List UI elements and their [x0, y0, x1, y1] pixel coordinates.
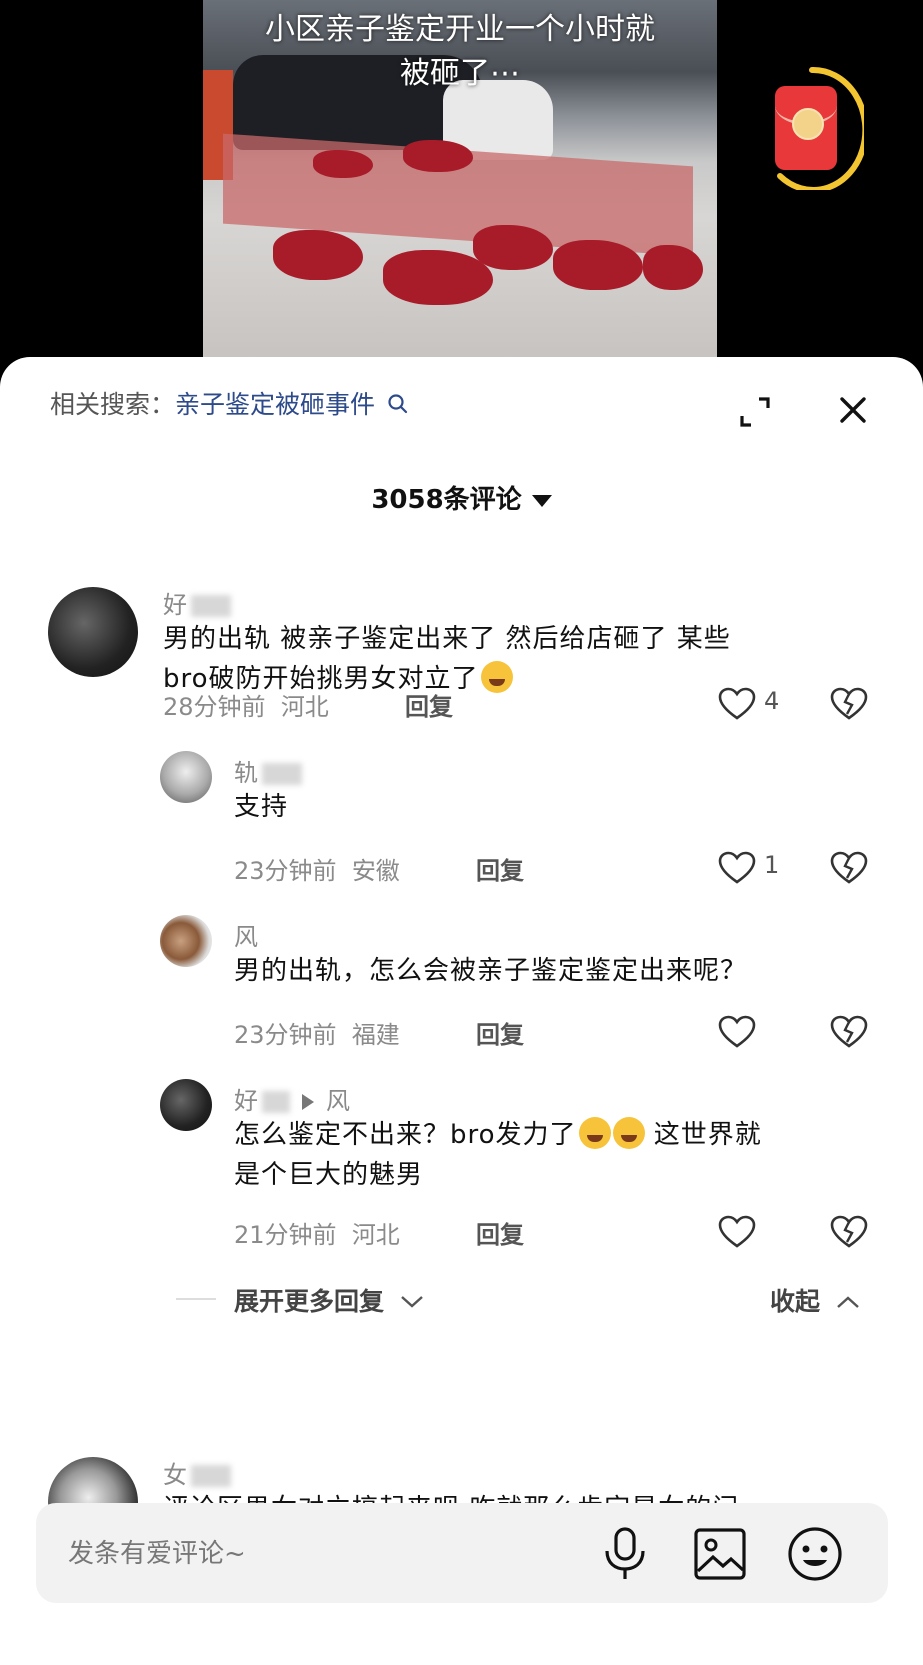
comment-count[interactable]: 3058条评论 [0, 479, 923, 516]
comment-username[interactable]: 好 [163, 585, 231, 620]
chevron-down-icon [400, 1296, 423, 1308]
username-blur [262, 763, 302, 785]
chevron-down-icon [531, 494, 552, 507]
comment-input-bar[interactable]: 发条有爱评论~ [36, 1503, 888, 1603]
video-scene-flower [403, 140, 473, 172]
reply-time: 21分钟前 [234, 1221, 337, 1249]
related-search: 相关搜索：亲子鉴定被砸事件 [50, 385, 409, 421]
heart-icon[interactable] [718, 851, 756, 885]
comment-username[interactable]: 女 [163, 1455, 231, 1490]
related-search-label: 相关搜索： [50, 390, 176, 419]
thread-divider [176, 1298, 216, 1300]
collapse-replies[interactable]: 收起 [770, 1282, 861, 1318]
emoji-smile-icon[interactable] [786, 1525, 844, 1583]
reply-text-line: 是个巨大的魅男 [234, 1160, 424, 1190]
dislike-broken-heart-icon[interactable] [830, 851, 868, 885]
reply-button[interactable]: 回复 [476, 851, 524, 886]
reply-arrow-icon [302, 1094, 314, 1110]
comment-time: 28分钟前 [163, 693, 266, 721]
reply-username[interactable]: 风 [234, 917, 258, 952]
reply-meta: 23分钟前 安徽 [234, 851, 400, 886]
reply-location: 河北 [351, 1221, 400, 1249]
like-count: 1 [764, 851, 780, 879]
reply-location: 福建 [351, 1021, 400, 1049]
reply-text: 怎么鉴定不出来？bro发力了 这世界就 是个巨大的魅男 [234, 1115, 884, 1195]
comment-sheet: 相关搜索：亲子鉴定被砸事件 3058条评论 好 男的出轨 被亲子鉴定出来了 然后… [0, 357, 923, 1665]
reply-text: 支持 [234, 792, 289, 822]
reply-text-line: 怎么鉴定不出来？bro发力了 [234, 1120, 577, 1150]
heart-icon[interactable] [718, 1215, 756, 1249]
red-packet-icon[interactable] [775, 86, 837, 170]
dislike-broken-heart-icon[interactable] [830, 1215, 868, 1249]
video-caption-line: 被砸了⋯ [400, 56, 520, 91]
search-icon[interactable] [387, 393, 409, 415]
dislike-broken-heart-icon[interactable] [830, 1015, 868, 1049]
username-text: 好 [234, 1087, 258, 1115]
comment-count-label: 3058条评论 [371, 485, 522, 515]
image-icon[interactable] [693, 1527, 747, 1581]
comment-location: 河北 [280, 693, 329, 721]
reply-button[interactable]: 回复 [476, 1015, 524, 1050]
video-player[interactable]: 小区亲子鉴定开业一个小时就 被砸了⋯ [0, 0, 923, 360]
laughing-emoji-icon [578, 1117, 611, 1149]
reply-button[interactable]: 回复 [476, 1215, 524, 1250]
video-scene-flower [643, 245, 703, 290]
reply-username[interactable]: 好风 [234, 1081, 350, 1116]
red-packet-coin [792, 108, 824, 140]
related-search-link[interactable]: 亲子鉴定被砸事件 [175, 390, 375, 419]
reply-button[interactable]: 回复 [405, 687, 453, 722]
avatar[interactable] [160, 1079, 212, 1131]
video-scene-flower [553, 240, 643, 290]
username-text: 女 [163, 1461, 187, 1489]
username-text: 轨 [234, 759, 258, 787]
comment-input-placeholder[interactable]: 发条有爱评论~ [68, 1533, 246, 1570]
expand-more-replies[interactable]: 展开更多回复 [234, 1282, 425, 1318]
reply-text: 男的出轨，怎么会被亲子鉴定鉴定出来呢？ [234, 956, 748, 986]
reply-text-line: 这世界就 [653, 1120, 762, 1150]
comment-meta: 28分钟前 河北 [163, 687, 329, 722]
laughing-emoji-icon [612, 1117, 645, 1149]
avatar[interactable] [48, 587, 138, 677]
username-text: 好 [163, 591, 187, 619]
expand-more-label: 展开更多回复 [234, 1287, 385, 1316]
chevron-up-icon [836, 1296, 859, 1308]
video-scene-flower [273, 230, 363, 280]
video-scene-flower [313, 150, 373, 178]
heart-icon[interactable] [718, 1015, 756, 1049]
hug-emoji-icon [480, 661, 513, 693]
username-blur [262, 1091, 290, 1113]
dislike-broken-heart-icon[interactable] [830, 687, 868, 721]
avatar[interactable] [160, 751, 212, 803]
reply-meta: 21分钟前 河北 [234, 1215, 400, 1250]
like-count: 4 [764, 687, 780, 715]
reply-to-username[interactable]: 风 [326, 1087, 350, 1115]
video-scene-flower [473, 225, 553, 270]
collapse-label: 收起 [770, 1287, 821, 1316]
heart-icon[interactable] [718, 687, 756, 721]
microphone-icon[interactable] [599, 1525, 651, 1583]
username-blur [191, 1465, 231, 1487]
close-icon[interactable] [838, 395, 868, 425]
reply-meta: 23分钟前 福建 [234, 1015, 400, 1050]
reply-time: 23分钟前 [234, 1021, 337, 1049]
avatar[interactable] [160, 915, 212, 967]
username-blur [191, 595, 231, 617]
reply-time: 23分钟前 [234, 857, 337, 885]
comment-text-line: 男的出轨 被亲子鉴定出来了 然后给店砸了 某些 [163, 624, 731, 654]
video-caption: 小区亲子鉴定开业一个小时就 被砸了⋯ [203, 8, 717, 96]
reply-username[interactable]: 轨 [234, 753, 302, 788]
video-caption-line: 小区亲子鉴定开业一个小时就 [265, 12, 655, 47]
fullscreen-icon[interactable] [738, 395, 772, 429]
username-text: 风 [234, 923, 258, 951]
reply-location: 安徽 [351, 857, 400, 885]
